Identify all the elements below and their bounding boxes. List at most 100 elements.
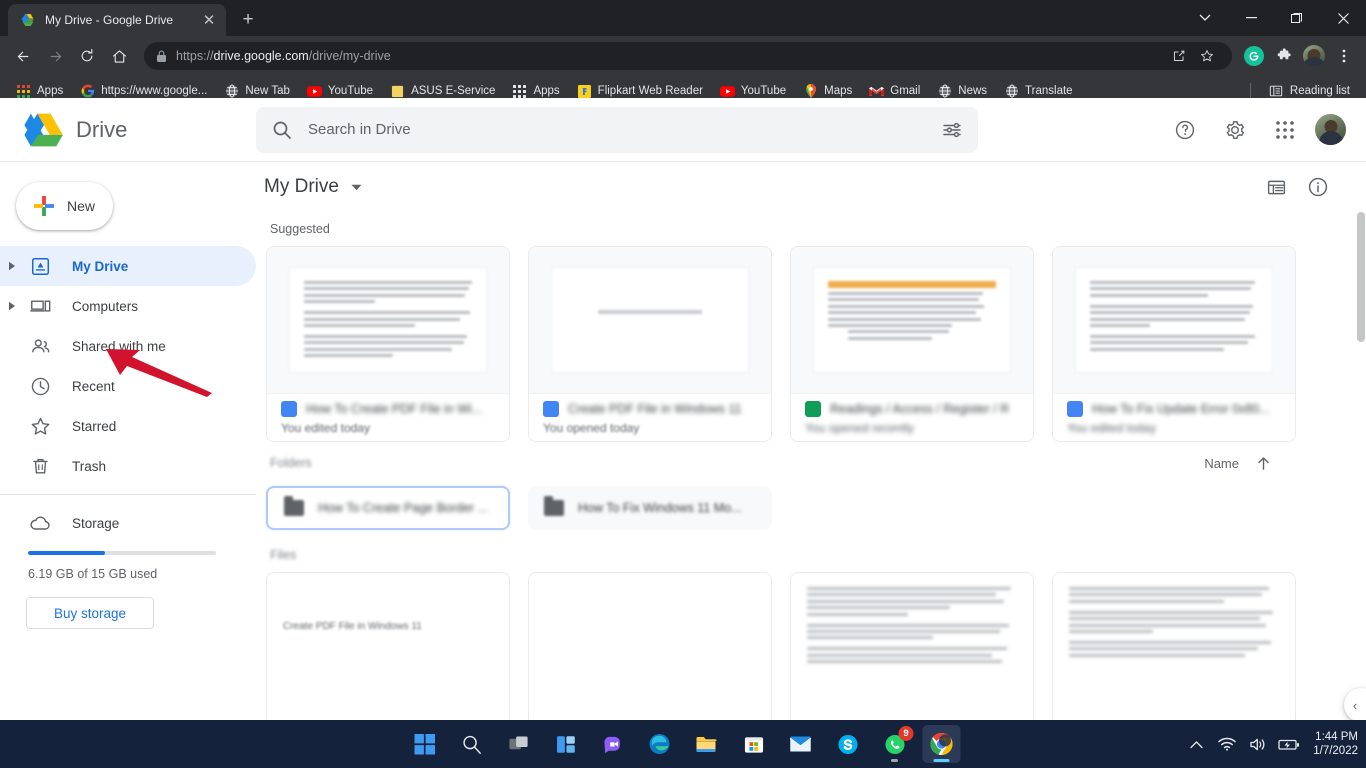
card-thumbnail [529,247,771,393]
taskbar-clock[interactable]: 1:44 PM 1/7/2022 [1313,730,1358,758]
search-options-icon[interactable] [942,120,962,140]
show-hidden-icons-chevron[interactable] [1185,733,1207,755]
maximize-button[interactable] [1274,0,1320,36]
bookmark-label: https://www.google... [101,85,208,97]
volume-icon[interactable] [1247,733,1269,755]
my-drive-icon [28,254,52,278]
file-card[interactable]: Create PDF File in Windows 11 [266,572,510,732]
sidebar-item-my-drive[interactable]: My Drive [0,246,256,286]
card-footer: How To Fix Update Error 0x80... You edit… [1053,393,1295,441]
bookmark-label: Translate [1025,85,1073,97]
task-view-icon[interactable] [500,725,538,763]
back-button[interactable] [8,41,38,71]
reload-button[interactable] [72,41,102,71]
bookmark-label: New Tab [245,85,290,97]
settings-gear-icon[interactable] [1215,110,1255,150]
microsoft-store-icon[interactable] [735,725,773,763]
browser-tab[interactable]: My Drive - Google Drive ✕ [8,4,226,36]
file-card[interactable] [528,572,772,732]
search-input[interactable]: Search in Drive [256,106,978,153]
suggested-card[interactable]: Readings / Access / Register / Rev... Yo… [790,246,1034,442]
folders-header-row: Folders Name [264,446,1366,480]
folder-item[interactable]: How To Fix Windows 11 Mo... [528,486,772,530]
chrome-menu-icon[interactable] [1330,42,1358,70]
folder-item[interactable]: How To Create Page Border ... [266,486,510,530]
profile-avatar[interactable] [1300,42,1328,70]
details-info-icon[interactable] [1306,175,1330,199]
google-drive-app: Drive Search in Drive New My Drive Compu… [0,98,1366,740]
omnibox-actions [1166,43,1220,69]
google-chrome-icon[interactable] [922,725,961,763]
teams-chat-icon[interactable] [594,725,632,763]
share-icon[interactable] [1166,43,1192,69]
document-preview [552,268,748,372]
suggested-card[interactable]: How To Create PDF File in Wi... You edit… [266,246,510,442]
file-preview [1069,587,1279,657]
card-thumbnail [267,247,509,393]
maps-pin-icon [803,84,818,99]
account-avatar[interactable] [1315,114,1346,145]
card-title-row: How To Fix Update Error 0x80... [1067,400,1295,417]
file-explorer-icon[interactable] [688,725,726,763]
breadcrumb[interactable]: My Drive [264,176,339,198]
arrow-up-icon[interactable] [1255,455,1272,472]
star-icon[interactable] [1194,43,1220,69]
card-thumbnail [1053,247,1295,393]
start-button[interactable] [406,725,444,763]
chevron-right-icon[interactable] [0,261,24,271]
chevron-down-icon[interactable] [351,184,362,191]
sidebar-item-recent[interactable]: Recent [0,366,256,406]
card-subtitle: You edited today [281,420,370,435]
buy-storage-button[interactable]: Buy storage [26,597,154,629]
docs-file-icon [1067,400,1083,417]
main-toolbar: My Drive [264,162,1366,212]
whatsapp-icon[interactable]: 9 [876,725,914,763]
card-thumbnail [791,247,1033,393]
google-apps-icon[interactable] [1265,110,1305,150]
address-bar[interactable]: https://drive.google.com/drive/my-drive [144,42,1232,70]
suggested-card[interactable]: Create PDF File in Windows 11 You opened… [528,246,772,442]
sidebar-item-starred[interactable]: Starred [0,406,256,446]
new-button[interactable]: New [16,182,113,230]
sidebar-item-storage[interactable]: Storage [0,503,256,543]
scrollbar-thumb[interactable] [1357,212,1365,342]
microsoft-edge-icon[interactable] [641,725,679,763]
search-taskbar-icon[interactable] [453,725,491,763]
globe-icon [224,84,239,99]
wifi-icon[interactable] [1216,733,1238,755]
extensions-icon[interactable] [1270,42,1298,70]
drive-brand[interactable]: Drive [0,112,256,148]
sidebar-item-label: Computers [72,298,139,314]
help-icon[interactable] [1165,110,1205,150]
card-file-name: Readings / Access / Register / Rev... [830,401,1008,416]
sidebar-item-computers[interactable]: Computers [0,286,256,326]
close-icon[interactable]: ✕ [200,11,218,29]
close-window-button[interactable] [1320,0,1366,36]
list-view-icon[interactable] [1264,175,1288,199]
skype-icon[interactable] [829,725,867,763]
chevron-right-icon[interactable] [0,301,24,311]
forward-button[interactable] [40,41,70,71]
minimize-button[interactable] [1228,0,1274,36]
tab-search-icon[interactable] [1182,0,1228,36]
mail-icon[interactable] [782,725,820,763]
sidebar-item-label: Recent [72,378,115,394]
url-domain: drive.google.com [213,49,309,63]
suggested-card[interactable]: How To Fix Update Error 0x80... You edit… [1052,246,1296,442]
card-title-row: How To Create PDF File in Wi... [281,400,509,417]
lock-icon [156,50,167,63]
new-tab-button[interactable]: + [234,6,262,34]
sidebar-item-shared-with-me[interactable]: Shared with me [0,326,256,366]
search-icon [272,120,292,140]
widgets-icon[interactable] [547,725,585,763]
main-scrollbar[interactable] [1355,212,1366,740]
sidebar-item-trash[interactable]: Trash [0,446,256,486]
battery-charging-icon[interactable] [1278,733,1300,755]
grammarly-icon[interactable] [1240,42,1268,70]
home-button[interactable] [104,41,134,71]
file-card[interactable] [790,572,1034,732]
window-controls [1182,0,1366,36]
sort-control[interactable]: Name [1204,455,1366,472]
file-card[interactable] [1052,572,1296,732]
url-text: https://drive.google.com/drive/my-drive [176,49,391,63]
